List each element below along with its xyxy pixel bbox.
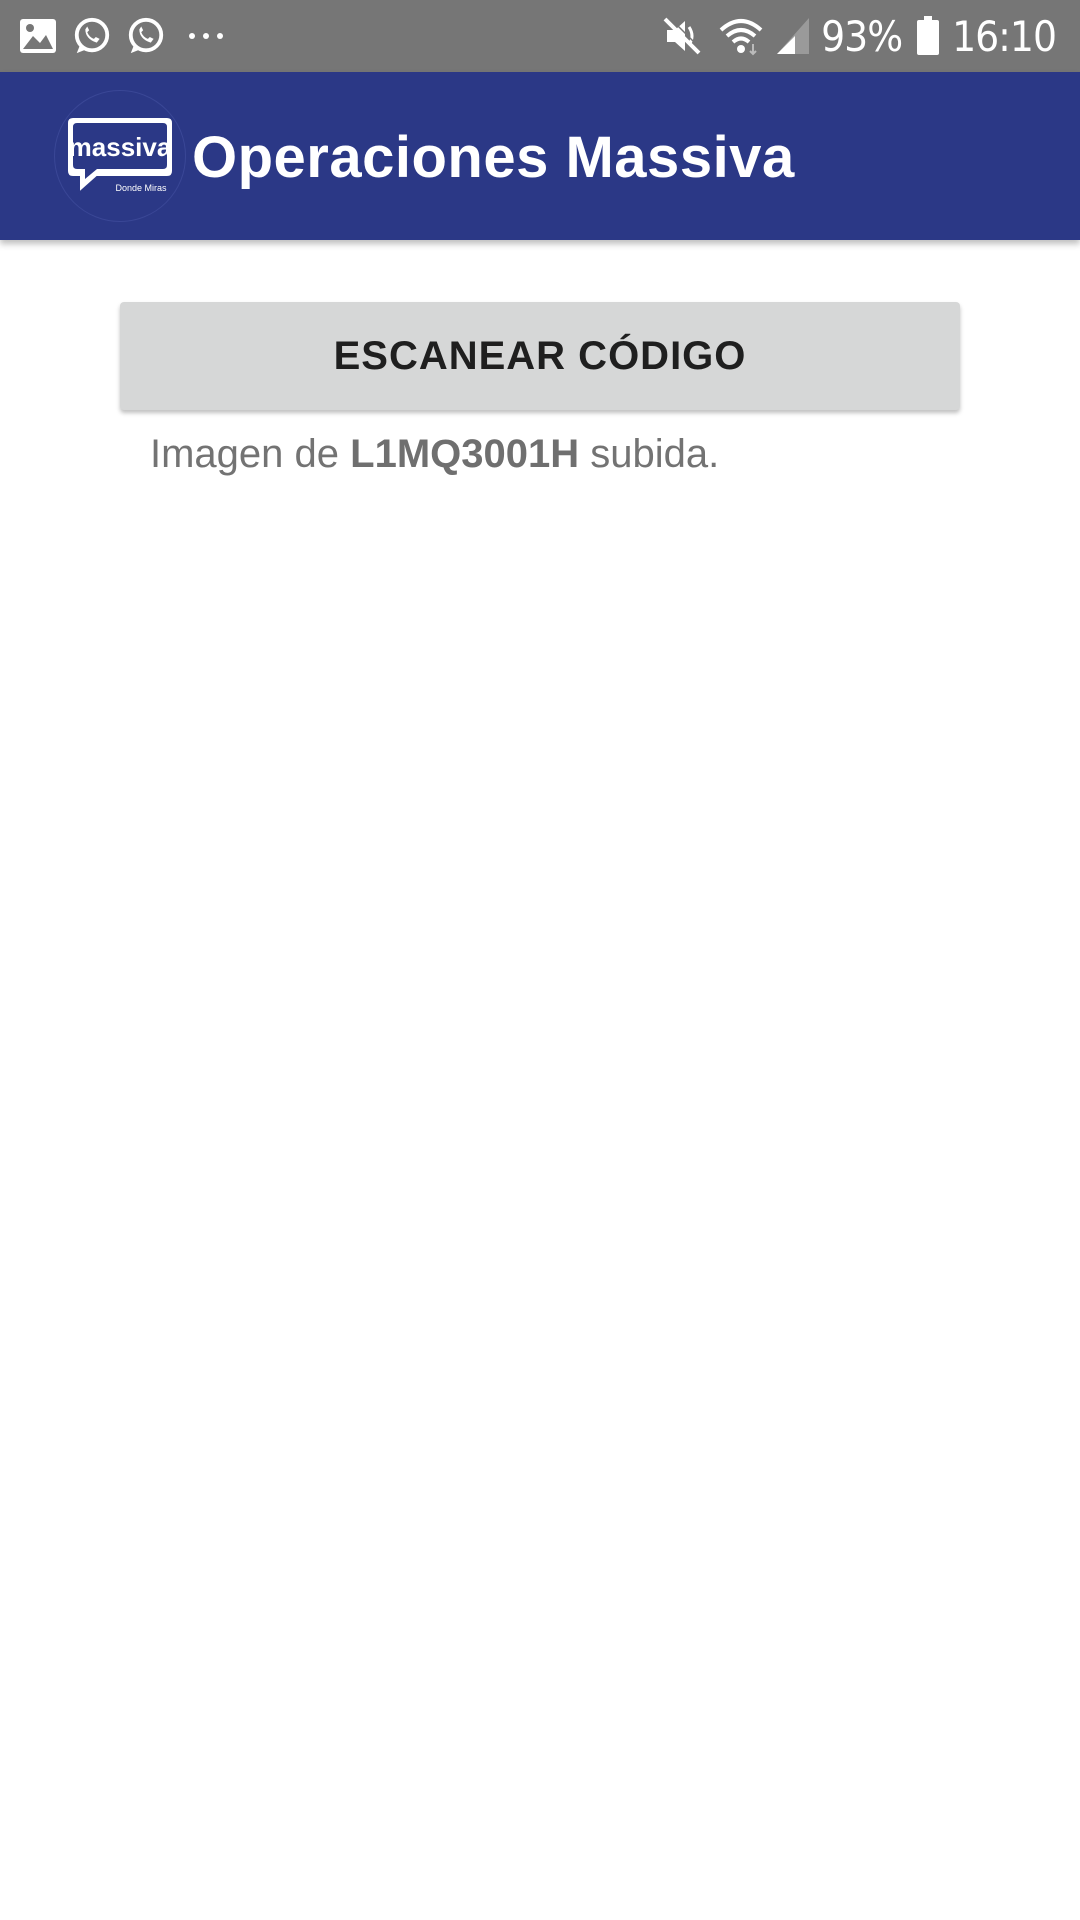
signal-icon [775, 16, 811, 56]
app-bar: massiva Donde Miras Operaciones Massiva [0, 72, 1080, 240]
clock: 16:10 [952, 11, 1057, 61]
uploaded-code: L1MQ3001H [350, 432, 580, 476]
gallery-icon [18, 16, 58, 56]
svg-text:Donde Miras: Donde Miras [115, 183, 167, 193]
message-prefix: Imagen de [150, 432, 351, 476]
whatsapp-icon [126, 16, 166, 56]
system-status-icons: 93% 16:10 [661, 10, 1057, 62]
battery-percent: 93% [821, 11, 903, 61]
whatsapp-icon [72, 16, 112, 56]
upload-status-message: Imagen de L1MQ3001H subida. [150, 432, 719, 477]
mute-icon [661, 15, 703, 56]
message-suffix: subida. [579, 432, 720, 476]
more-notifications-icon [186, 16, 226, 56]
battery-icon [916, 16, 940, 56]
app-logo: massiva Donde Miras [54, 90, 186, 222]
app-title: Operaciones Massiva [192, 125, 795, 190]
scan-code-button-label: ESCANEAR CÓDIGO [333, 333, 747, 378]
scan-code-button[interactable]: ESCANEAR CÓDIGO [120, 302, 960, 410]
wifi-icon [717, 16, 765, 56]
svg-text:massiva: massiva [69, 132, 172, 162]
notification-icons [18, 14, 240, 58]
status-bar: 93% 16:10 [0, 0, 1080, 72]
